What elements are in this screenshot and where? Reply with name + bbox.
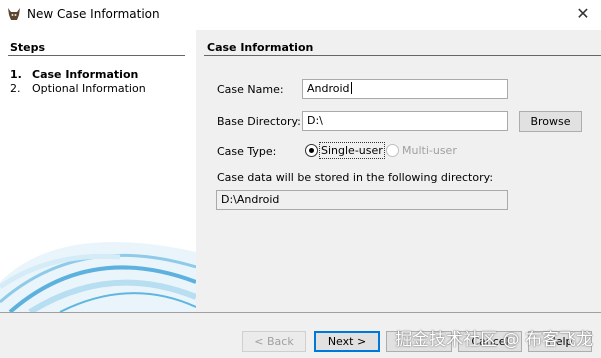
step-label: Optional Information <box>32 82 146 95</box>
case-information-panel: Case Information Case Name: Android Base… <box>196 30 601 312</box>
radio-unselected-icon <box>386 144 399 157</box>
case-name-label: Case Name: <box>217 83 284 96</box>
back-button[interactable]: < Back <box>242 331 306 352</box>
window-title: New Case Information <box>27 7 160 21</box>
wizard-button-bar: < Back Next > Cancel Help 掘金技术社区 @ 布客飞龙 <box>0 312 601 358</box>
steps-panel: Steps 1. Case Information 2. Optional Info… <box>0 30 196 312</box>
storage-path-field: D:\Android <box>216 190 508 210</box>
base-directory-input[interactable]: D:\ <box>302 111 508 131</box>
radio-selected-icon <box>305 144 318 157</box>
divider <box>204 55 601 56</box>
decorative-swoosh-graphic <box>0 242 196 312</box>
base-directory-label: Base Directory: <box>217 115 301 128</box>
steps-heading: Steps <box>10 41 46 54</box>
browse-button[interactable]: Browse <box>519 111 582 132</box>
case-type-label: Case Type: <box>217 145 277 158</box>
next-button[interactable]: Next > <box>314 331 380 352</box>
multi-user-radio[interactable]: Multi-user <box>386 144 457 157</box>
storage-note: Case data will be stored in the followin… <box>217 171 494 184</box>
multi-user-label: Multi-user <box>402 144 457 157</box>
text-caret <box>350 82 352 94</box>
case-name-input[interactable]: Android <box>302 79 508 99</box>
case-name-value: Android <box>307 82 350 95</box>
divider <box>8 55 185 56</box>
section-heading: Case Information <box>207 41 314 54</box>
watermark-text: 掘金技术社区 @ 布客飞龙 <box>395 330 593 350</box>
step-item-case-information: 1. Case Information <box>10 68 138 81</box>
title-bar: New Case Information ✕ <box>0 0 601 30</box>
autopsy-dog-icon <box>8 8 20 20</box>
step-label: Case Information <box>32 68 139 81</box>
step-number: 2. <box>10 82 21 95</box>
single-user-radio[interactable]: Single-user <box>305 142 385 159</box>
step-number: 1. <box>10 68 22 81</box>
close-icon[interactable]: ✕ <box>571 3 595 25</box>
single-user-label: Single-user <box>319 142 385 159</box>
step-item-optional-information: 2. Optional Information <box>10 82 146 95</box>
